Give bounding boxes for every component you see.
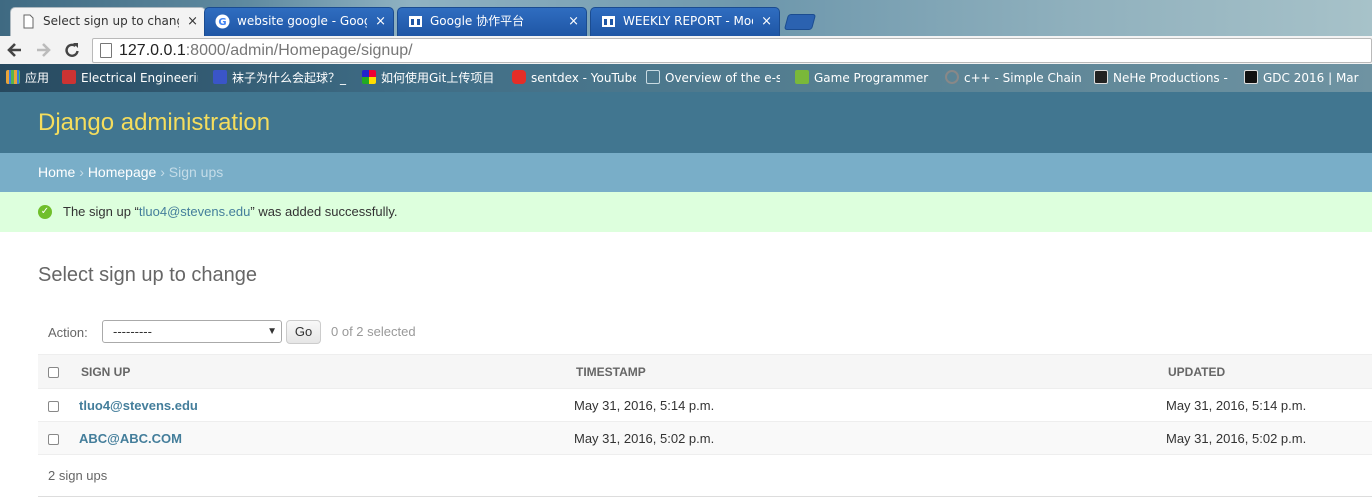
bookmark-item[interactable]: 袜子为什么会起球？_ [213, 70, 351, 86]
success-message: ✓ The sign up “tluo4@stevens.edu” was ad… [0, 192, 1372, 232]
site-name[interactable]: Django administration [38, 109, 270, 137]
tab-title: website google - Google 搜 [237, 14, 367, 28]
bookmark-item[interactable]: Overview of the e-sign [646, 70, 780, 86]
column-header-timestamp[interactable]: TIMESTAMP [574, 354, 1166, 389]
bookmark-item[interactable]: GDC 2016 | Mar [1244, 70, 1372, 86]
browser-tabstrip: Select sign up to change | × G website g… [0, 0, 1372, 36]
address-bar[interactable]: 127.0.0.1:8000/admin/Homepage/signup/ [92, 38, 1372, 63]
go-button[interactable]: Go [286, 320, 321, 344]
bookmark-item[interactable]: c++ - Simple Chained [945, 70, 1081, 86]
timestamp-cell: May 31, 2016, 5:14 p.m. [574, 388, 1166, 422]
message-text: The sign up “tluo4@stevens.edu” was adde… [63, 204, 398, 219]
nehe-icon [1094, 70, 1108, 84]
browser-tab[interactable]: WEEKLY REPORT - Moocyc × [590, 7, 780, 36]
column-header-sign-up[interactable]: SIGN UP [79, 354, 574, 389]
mit-ocw-icon [62, 70, 76, 84]
browser-tab[interactable]: Google 协作平台 × [397, 7, 587, 36]
tab-close-icon[interactable]: × [187, 8, 198, 35]
bookmark-item[interactable]: Electrical Engineering [62, 70, 198, 86]
browser-tab-active[interactable]: Select sign up to change | × [10, 7, 206, 36]
page-icon [23, 14, 34, 29]
breadcrumb-home[interactable]: Home [38, 164, 75, 180]
breadcrumb-separator: › [79, 164, 84, 180]
page-title: Select sign up to change [38, 264, 258, 286]
admin-header: Django administration [0, 92, 1372, 153]
action-counter: 0 of 2 selected [331, 324, 416, 339]
svg-text:G: G [218, 17, 226, 28]
new-tab-button[interactable] [783, 14, 817, 30]
timestamp-cell: May 31, 2016, 5:02 p.m. [574, 421, 1166, 455]
browser-tab[interactable]: G website google - Google 搜 × [204, 7, 394, 36]
colorful-icon [362, 70, 376, 84]
bookmark-item[interactable]: sentdex - YouTube [512, 70, 636, 86]
tab-title: Select sign up to change | [43, 14, 179, 28]
breadcrumb-separator: › [160, 164, 165, 180]
url-path: :8000/admin/Homepage/signup/ [185, 42, 413, 59]
page-icon [646, 70, 660, 84]
board-icon [602, 16, 615, 27]
j-icon [795, 70, 809, 84]
back-arrow-icon[interactable] [4, 39, 26, 61]
bookmark-item[interactable]: NeHe Productions - E [1094, 70, 1228, 86]
message-link[interactable]: tluo4@stevens.edu [139, 204, 251, 219]
stackoverflow-icon [945, 70, 959, 84]
row-checkbox[interactable] [48, 433, 59, 445]
updated-cell: May 31, 2016, 5:02 p.m. [1166, 421, 1372, 455]
gdc-icon [1244, 70, 1258, 84]
google-icon: G [215, 14, 230, 29]
breadcrumb: Home › Homepage › Sign ups [0, 153, 1372, 192]
action-select-value: --------- [113, 324, 152, 339]
tab-title: Google 协作平台 [430, 14, 525, 28]
table-row: tluo4@stevens.edu May 31, 2016, 5:14 p.m… [38, 388, 1372, 422]
browser-toolbar: 127.0.0.1:8000/admin/Homepage/signup/ [0, 36, 1372, 64]
success-check-icon: ✓ [38, 205, 52, 219]
bookmark-item[interactable]: 应用 [6, 70, 54, 86]
results-table: SIGN UP TIMESTAMP UPDATED tluo4@stevens.… [38, 354, 1372, 455]
select-all-checkbox[interactable] [48, 366, 59, 378]
select-all-cell [38, 354, 79, 389]
apps-icon [6, 70, 20, 84]
tab-close-icon[interactable]: × [761, 8, 772, 35]
paginator: 2 sign ups [38, 455, 1372, 497]
column-header-updated[interactable]: UPDATED [1166, 354, 1372, 389]
breadcrumb-app[interactable]: Homepage [88, 164, 157, 180]
updated-cell: May 31, 2016, 5:14 p.m. [1166, 388, 1372, 422]
page-icon [100, 43, 112, 58]
tab-title: WEEKLY REPORT - Moocyc [623, 14, 753, 28]
bookmark-item[interactable]: Game Programmer Int [795, 70, 929, 86]
tab-close-icon[interactable]: × [568, 8, 579, 35]
tab-close-icon[interactable]: × [375, 8, 386, 35]
breadcrumb-current: Sign ups [168, 164, 224, 180]
action-label: Action: [48, 325, 88, 340]
row-checkbox[interactable] [48, 400, 59, 412]
forward-arrow-icon[interactable] [32, 39, 54, 61]
baidu-icon [213, 70, 227, 84]
actions-bar: Action: --------- ▼ Go 0 of 2 selected [38, 312, 1372, 352]
reload-icon[interactable] [61, 39, 83, 61]
url-host: 127.0.0.1 [119, 42, 186, 59]
table-row: ABC@ABC.COM May 31, 2016, 5:02 p.m. May … [38, 421, 1372, 455]
action-select[interactable]: --------- ▼ [102, 320, 282, 343]
bookmark-item[interactable]: 如何使用Git上传项目 [362, 70, 496, 86]
sign-up-link[interactable]: ABC@ABC.COM [79, 431, 182, 446]
youtube-icon [512, 70, 526, 84]
dropdown-caret-icon: ▼ [267, 326, 277, 337]
bookmarks-bar: 应用 Electrical Engineering 袜子为什么会起球？_ 如何使… [0, 64, 1372, 92]
sign-up-link[interactable]: tluo4@stevens.edu [79, 398, 198, 413]
board-icon [409, 16, 422, 27]
